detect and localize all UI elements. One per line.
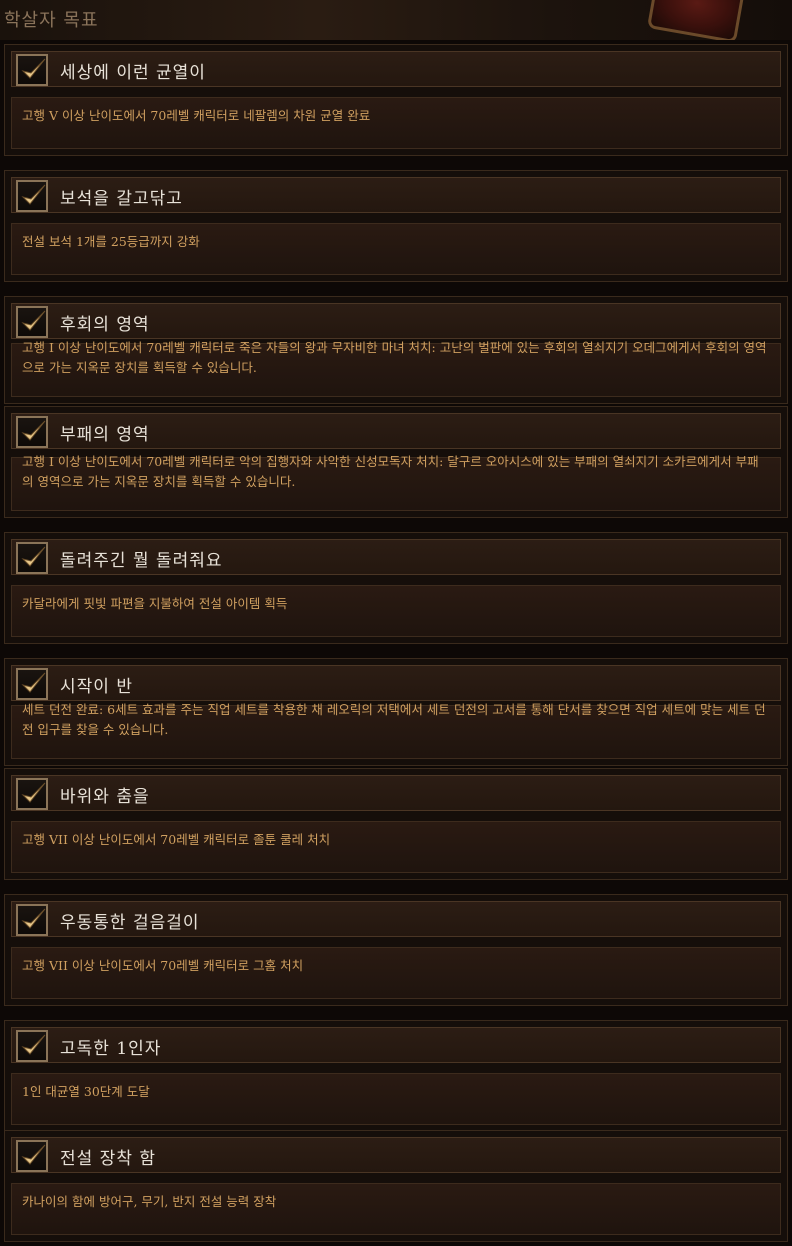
- page-title: 학살자 목표: [4, 10, 99, 31]
- achievement-checkbox: [16, 416, 48, 448]
- achievement-description-box: 카나이의 함에 방어구, 무기, 반지 전설 능력 장착: [11, 1183, 781, 1235]
- achievement-checkbox: [16, 306, 48, 338]
- emblem-icon: [646, 0, 748, 40]
- achievement-title-bar: 세상에 이런 균열이: [11, 51, 781, 87]
- achievement-item: 부패의 영역고행 I 이상 난이도에서 70레벨 캐릭터로 악의 집행자와 사악…: [4, 406, 788, 518]
- achievement-item: 바위와 춤을고행 VII 이상 난이도에서 70레벨 캐릭터로 졸툰 쿨레 처치: [4, 768, 788, 880]
- achievement-description: 고행 I 이상 난이도에서 70레벨 캐릭터로 죽은 자들의 왕과 무자비한 마…: [22, 340, 767, 375]
- achievement-checkbox: [16, 904, 48, 936]
- achievement-description-box: 고행 I 이상 난이도에서 70레벨 캐릭터로 악의 집행자와 사악한 신성모독…: [11, 454, 781, 511]
- achievement-title: 세상에 이런 균열이: [60, 63, 206, 83]
- achievement-description: 고행 VII 이상 난이도에서 70레벨 캐릭터로 졸툰 쿨레 처치: [22, 832, 331, 847]
- achievement-description-box: 세트 던전 완료: 6세트 효과를 주는 직업 세트를 착용한 채 레오릭의 저…: [11, 702, 781, 759]
- achievement-item: 시작이 반세트 던전 완료: 6세트 효과를 주는 직업 세트를 착용한 채 레…: [4, 658, 788, 766]
- achievement-description-box: 고행 I 이상 난이도에서 70레벨 캐릭터로 죽은 자들의 왕과 무자비한 마…: [11, 340, 781, 397]
- achievement-title-bar: 시작이 반: [11, 665, 781, 701]
- achievement-title: 우동통한 걸음걸이: [60, 913, 200, 933]
- achievement-item: 우동통한 걸음걸이고행 VII 이상 난이도에서 70레벨 캐릭터로 그홈 처치: [4, 894, 788, 1006]
- achievement-item: 보석을 갈고닦고전설 보석 1개를 25등급까지 강화: [4, 170, 788, 282]
- achievement-description: 고행 V 이상 난이도에서 70레벨 캐릭터로 네팔렘의 차원 균열 완료: [22, 108, 371, 123]
- checkmark-icon: [21, 1034, 46, 1055]
- achievement-title-bar: 전설 장착 함: [11, 1137, 781, 1173]
- achievement-item: 돌려주긴 뭘 돌려줘요카달라에게 핏빛 파편을 지불하여 전설 아이템 획득: [4, 532, 788, 644]
- achievement-description-box: 고행 V 이상 난이도에서 70레벨 캐릭터로 네팔렘의 차원 균열 완료: [11, 97, 781, 149]
- achievement-description: 고행 VII 이상 난이도에서 70레벨 캐릭터로 그홈 처치: [22, 958, 304, 973]
- achievement-title-bar: 부패의 영역: [11, 413, 781, 449]
- achievement-checkbox: [16, 668, 48, 700]
- achievement-description-box: 1인 대균열 30단계 도달: [11, 1073, 781, 1125]
- checkmark-icon: [21, 310, 46, 331]
- achievement-title: 부패의 영역: [60, 425, 150, 445]
- achievement-checkbox: [16, 1140, 48, 1172]
- achievement-description: 세트 던전 완료: 6세트 효과를 주는 직업 세트를 착용한 채 레오릭의 저…: [22, 702, 766, 737]
- achievement-description: 고행 I 이상 난이도에서 70레벨 캐릭터로 악의 집행자와 사악한 신성모독…: [22, 454, 759, 489]
- achievement-title: 후회의 영역: [60, 315, 150, 335]
- achievement-item: 전설 장착 함카나이의 함에 방어구, 무기, 반지 전설 능력 장착: [4, 1130, 788, 1242]
- achievement-description: 카달라에게 핏빛 파편을 지불하여 전설 아이템 획득: [22, 596, 288, 611]
- achievement-item: 세상에 이런 균열이고행 V 이상 난이도에서 70레벨 캐릭터로 네팔렘의 차…: [4, 44, 788, 156]
- achievement-description-box: 전설 보석 1개를 25등급까지 강화: [11, 223, 781, 275]
- achievement-item: 후회의 영역고행 I 이상 난이도에서 70레벨 캐릭터로 죽은 자들의 왕과 …: [4, 296, 788, 404]
- checkmark-icon: [21, 184, 46, 205]
- achievement-title: 바위와 춤을: [60, 787, 150, 807]
- checkmark-icon: [21, 546, 46, 567]
- achievement-title: 전설 장착 함: [60, 1149, 157, 1169]
- achievement-title-bar: 고독한 1인자: [11, 1027, 781, 1063]
- achievement-title-bar: 후회의 영역: [11, 303, 781, 339]
- achievement-checkbox: [16, 542, 48, 574]
- achievement-checkbox: [16, 180, 48, 212]
- achievement-title: 고독한 1인자: [60, 1039, 162, 1059]
- checkmark-icon: [21, 1144, 46, 1165]
- achievement-title: 돌려주긴 뭘 돌려줘요: [60, 551, 223, 571]
- achievement-title-bar: 바위와 춤을: [11, 775, 781, 811]
- achievement-description: 전설 보석 1개를 25등급까지 강화: [22, 234, 200, 249]
- checkmark-icon: [21, 672, 46, 693]
- achievement-description-box: 카달라에게 핏빛 파편을 지불하여 전설 아이템 획득: [11, 585, 781, 637]
- achievement-description-box: 고행 VII 이상 난이도에서 70레벨 캐릭터로 졸툰 쿨레 처치: [11, 821, 781, 873]
- achievement-checkbox: [16, 54, 48, 86]
- achievement-title-bar: 돌려주긴 뭘 돌려줘요: [11, 539, 781, 575]
- achievement-item: 고독한 1인자 1인 대균열 30단계 도달: [4, 1020, 788, 1132]
- achievement-checkbox: [16, 1030, 48, 1062]
- achievement-title: 보석을 갈고닦고: [60, 189, 183, 209]
- achievement-checkbox: [16, 778, 48, 810]
- achievement-description: 카나이의 함에 방어구, 무기, 반지 전설 능력 장착: [22, 1194, 277, 1209]
- checkmark-icon: [21, 782, 46, 803]
- checkmark-icon: [21, 58, 46, 79]
- achievement-description-box: 고행 VII 이상 난이도에서 70레벨 캐릭터로 그홈 처치: [11, 947, 781, 999]
- achievement-title-bar: 우동통한 걸음걸이: [11, 901, 781, 937]
- achievement-title-bar: 보석을 갈고닦고: [11, 177, 781, 213]
- achievement-description: 1인 대균열 30단계 도달: [22, 1084, 150, 1099]
- page-header: 학살자 목표: [0, 0, 792, 40]
- checkmark-icon: [21, 908, 46, 929]
- checkmark-icon: [21, 420, 46, 441]
- achievement-title: 시작이 반: [60, 677, 133, 697]
